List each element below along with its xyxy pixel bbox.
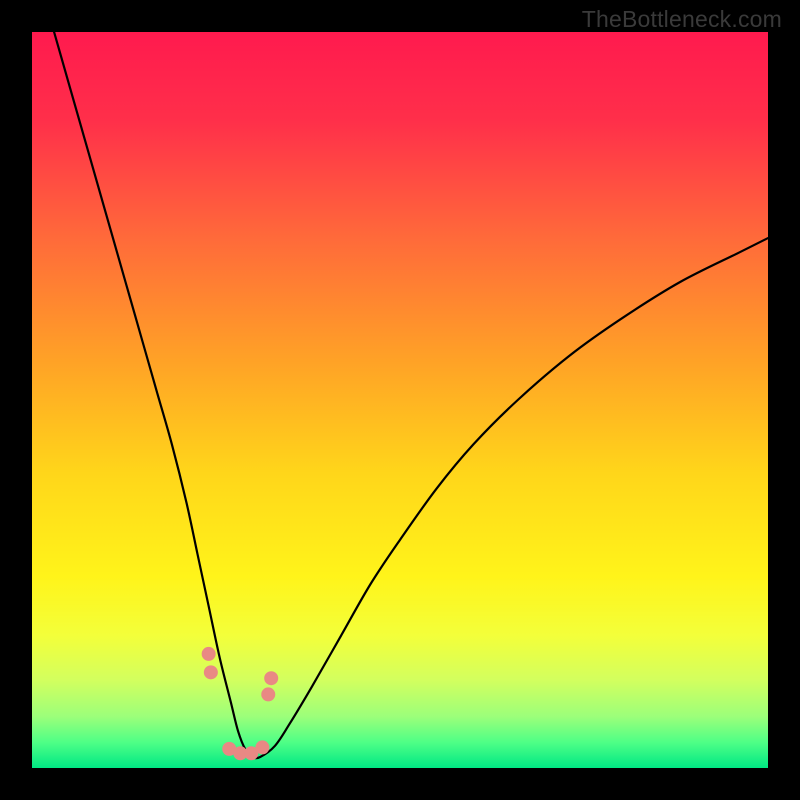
marker-dot	[261, 687, 275, 701]
marker-dot	[202, 647, 216, 661]
watermark-text: TheBottleneck.com	[582, 6, 782, 33]
bottleneck-curve	[54, 32, 768, 758]
marker-dot	[204, 665, 218, 679]
curve-layer	[32, 32, 768, 768]
marker-dot	[264, 671, 278, 685]
plot-area	[32, 32, 768, 768]
chart-frame: TheBottleneck.com	[0, 0, 800, 800]
marker-dot	[255, 740, 269, 754]
marker-cluster	[202, 647, 279, 760]
